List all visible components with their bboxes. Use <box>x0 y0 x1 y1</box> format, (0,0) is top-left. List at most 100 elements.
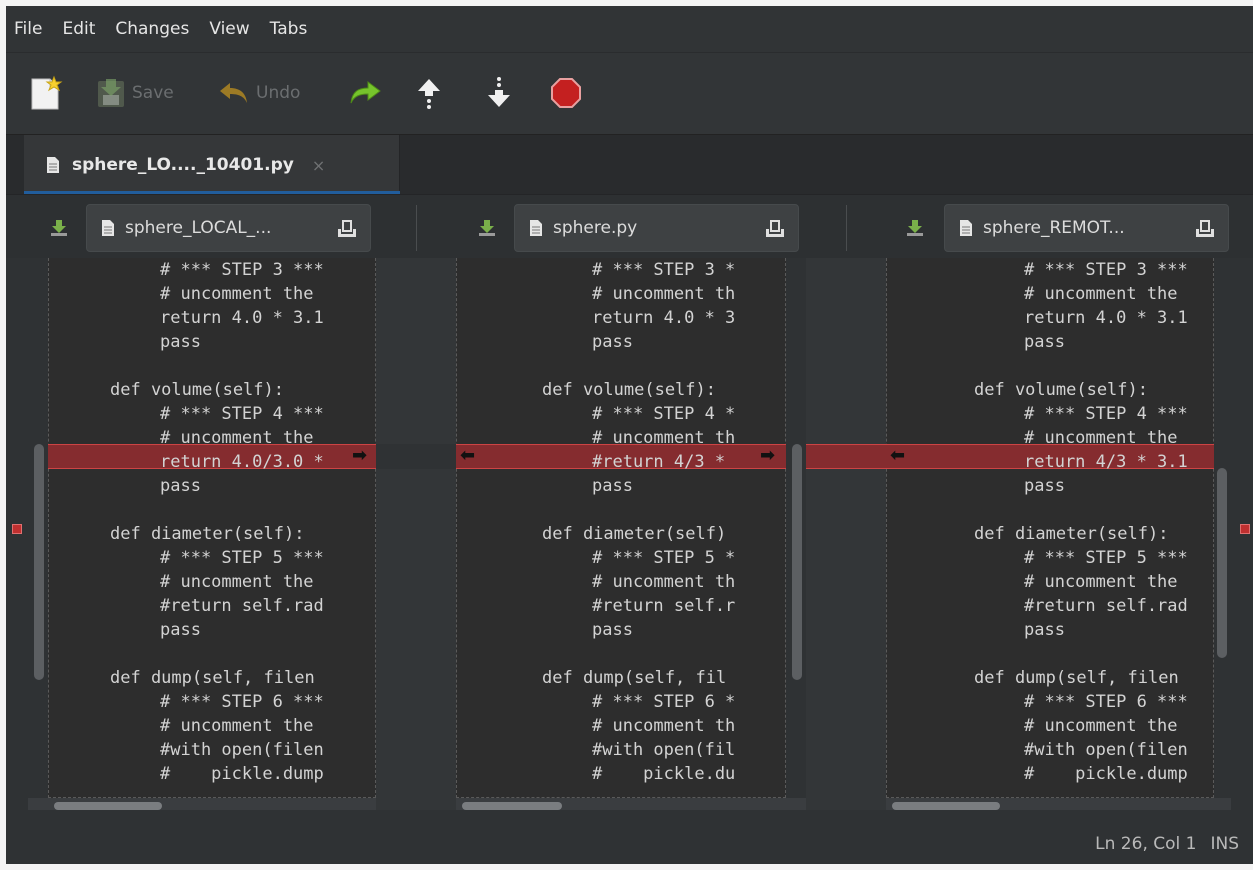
save-button[interactable]: Save <box>96 71 174 115</box>
code-line: def dump(self, filen <box>974 668 1179 688</box>
menu-edit[interactable]: Edit <box>54 19 103 39</box>
code-line: # pickle.du <box>592 764 736 784</box>
code-line: def diameter(self): <box>974 524 1169 544</box>
menu-view[interactable]: View <box>201 19 257 39</box>
code-line: def volume(self): <box>542 380 716 400</box>
previous-change-button[interactable] <box>414 71 444 115</box>
cursor-position: Ln 26, Col 1 <box>1095 834 1197 854</box>
redo-button[interactable] <box>348 71 382 115</box>
code-line: # pickle.dump <box>160 764 324 784</box>
code-line: def diameter(self): <box>110 524 305 544</box>
menu-file[interactable]: File <box>12 19 50 39</box>
code-line: # *** STEP 3 *** <box>160 260 324 280</box>
file-chooser-middle[interactable]: sphere.py <box>514 204 799 252</box>
save-icon <box>98 79 124 107</box>
file-name-left: sphere_LOCAL_... <box>125 218 272 238</box>
diff-link-gap-left <box>376 258 456 810</box>
code-line: # *** STEP 5 * <box>592 548 736 568</box>
code-line: def diameter(self) <box>542 524 727 544</box>
save-left-icon[interactable] <box>50 219 68 237</box>
code-line: # *** STEP 6 *** <box>1024 692 1188 712</box>
toolbar: Save Undo <box>6 52 1253 134</box>
open-file-icon[interactable] <box>764 219 786 239</box>
code-line: # uncomment the <box>160 284 314 304</box>
save-middle-icon[interactable] <box>478 219 496 237</box>
vertical-scrollbar[interactable] <box>792 444 802 680</box>
save-right-icon[interactable] <box>906 219 924 237</box>
file-name-right: sphere_REMOT... <box>983 218 1125 238</box>
code-line: #with open(filen <box>1024 740 1188 760</box>
tab-title: sphere_LO...._10401.py <box>72 155 294 175</box>
code-line: # uncomment the <box>1024 284 1178 304</box>
file-icon <box>47 157 59 173</box>
code-line: #return self.r <box>592 596 736 616</box>
pane-header-bar: sphere_LOCAL_... sphere.py sphere_REMOT.… <box>6 194 1253 258</box>
open-file-icon[interactable] <box>336 219 358 239</box>
gap-spacer <box>376 444 456 469</box>
right-conflict-marker[interactable] <box>1240 524 1250 534</box>
code-line: return 4/3 * 3.1 <box>1024 452 1188 472</box>
file-icon <box>102 220 114 236</box>
code-line: # uncomment the <box>160 716 314 736</box>
code-line: # uncomment the <box>160 572 314 592</box>
code-line: #with open(fil <box>592 740 736 760</box>
code-line: # pickle.dump <box>1024 764 1188 784</box>
insert-mode: INS <box>1210 834 1239 854</box>
code-line: pass <box>592 620 633 640</box>
code-line: #return 4/3 * <box>592 452 736 472</box>
status-bar: Ln 26, Col 1 INS <box>6 810 1253 864</box>
next-change-button[interactable] <box>484 71 514 115</box>
redo-icon <box>350 81 381 104</box>
undo-label: Undo <box>256 83 301 103</box>
new-comparison-button[interactable] <box>28 71 64 115</box>
tab-close-button[interactable]: × <box>312 156 325 175</box>
code-line: # uncomment th <box>592 716 736 736</box>
code-line: pass <box>160 476 201 496</box>
open-file-icon[interactable] <box>1194 219 1216 239</box>
file-chooser-left[interactable]: sphere_LOCAL_... <box>86 204 371 252</box>
stop-button[interactable] <box>550 71 582 115</box>
left-overview-gutter <box>6 258 28 810</box>
code-line: pass <box>592 476 633 496</box>
code-line: pass <box>160 620 201 640</box>
file-chooser-right[interactable]: sphere_REMOT... <box>944 204 1229 252</box>
code-line: pass <box>160 332 201 352</box>
code-line: # uncomment the <box>1024 572 1178 592</box>
code-line: # *** STEP 4 *** <box>1024 404 1188 424</box>
file-name-middle: sphere.py <box>553 218 638 238</box>
code-line: def dump(self, fil <box>542 668 727 688</box>
code-line: pass <box>1024 332 1065 352</box>
horizontal-scrollbar[interactable] <box>892 802 1000 810</box>
code-line: # *** STEP 5 *** <box>1024 548 1188 568</box>
code-line: # uncomment th <box>592 428 736 448</box>
undo-button[interactable]: Undo <box>218 71 300 115</box>
code-line: return 4.0/3.0 * <box>160 452 324 472</box>
code-line: return 4.0 * 3 <box>592 308 736 328</box>
vertical-scrollbar[interactable] <box>34 444 44 680</box>
code-line: # *** STEP 6 *** <box>160 692 324 712</box>
right-overview-gutter <box>1231 258 1253 810</box>
code-line: # *** STEP 3 * <box>592 260 736 280</box>
code-line: pass <box>592 332 633 352</box>
diff-link-gap-right <box>806 258 886 810</box>
header-separator <box>846 205 847 251</box>
code-line: #with open(filen <box>160 740 324 760</box>
left-conflict-marker[interactable] <box>12 524 22 534</box>
code-line: def volume(self): <box>110 380 284 400</box>
code-line: # uncomment th <box>592 572 736 592</box>
tab-sphere-comparison[interactable]: sphere_LO...._10401.py × <box>24 135 400 195</box>
file-icon <box>960 220 972 236</box>
new-comparison-icon <box>31 75 63 110</box>
vertical-scrollbar[interactable] <box>1217 468 1227 658</box>
menubar: File Edit Changes View Tabs <box>6 6 1253 52</box>
tab-bar: sphere_LO...._10401.py × <box>6 134 1253 195</box>
save-label: Save <box>132 83 174 103</box>
horizontal-scrollbar[interactable] <box>462 802 562 810</box>
file-icon <box>530 220 542 236</box>
code-line: #return self.rad <box>1024 596 1188 616</box>
code-text-local: # *** STEP 3 *** # uncomment the return 4.… <box>48 258 376 798</box>
horizontal-scrollbar[interactable] <box>54 802 162 810</box>
undo-icon <box>220 83 247 103</box>
menu-tabs[interactable]: Tabs <box>262 19 316 39</box>
menu-changes[interactable]: Changes <box>107 19 197 39</box>
